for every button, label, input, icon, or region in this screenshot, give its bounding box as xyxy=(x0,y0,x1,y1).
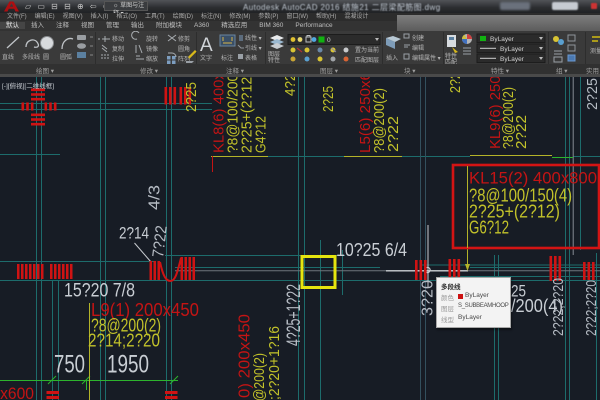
svg-text:创建: 创建 xyxy=(412,34,424,42)
svg-text:旋转: 旋转 xyxy=(146,35,158,43)
svg-text:7?22: 7?22 xyxy=(150,225,171,259)
svg-text:编辑: 编辑 xyxy=(412,44,424,52)
svg-text:直线: 直线 xyxy=(2,53,14,61)
svg-text:2?25: 2?25 xyxy=(320,86,337,112)
svg-text:编辑属性 ▾: 编辑属性 ▾ xyxy=(412,54,441,62)
svg-text:线性 ▾: 线性 ▾ xyxy=(245,34,262,42)
svg-text:ByLayer: ByLayer xyxy=(500,56,525,63)
svg-text:插入: 插入 xyxy=(386,54,398,62)
svg-text:图层: 图层 xyxy=(268,51,280,58)
svg-text:1950: 1950 xyxy=(107,351,149,379)
svg-text:缩放: 缩放 xyxy=(146,55,158,63)
svg-text:拉伸: 拉伸 xyxy=(112,55,124,63)
svg-text:2?22: 2?22 xyxy=(513,115,530,149)
svg-text:750: 750 xyxy=(54,351,85,379)
svg-text:2?14;2?20: 2?14;2?20 xyxy=(88,331,160,351)
svg-text:修剪: 修剪 xyxy=(178,35,190,43)
svg-text:0: 0 xyxy=(327,37,331,44)
svg-text:圆弧: 圆弧 xyxy=(60,53,72,61)
svg-text:4?25+1?22: 4?25+1?22 xyxy=(284,284,305,346)
svg-text:引线 ▾: 引线 ▾ xyxy=(245,44,262,52)
svg-text:标注: 标注 xyxy=(221,54,233,62)
svg-text:4?25: 4?25 xyxy=(282,77,299,96)
svg-text:2?25: 2?25 xyxy=(447,77,464,93)
svg-text:3?20: 3?20 xyxy=(420,280,437,316)
svg-text:2?25: 2?25 xyxy=(183,82,200,112)
svg-text:2?22;2?20: 2?22;2?20 xyxy=(550,278,567,336)
svg-text:多段线: 多段线 xyxy=(22,53,40,61)
svg-text:匹配图层: 匹配图层 xyxy=(355,57,379,64)
svg-text:2?22;2?20: 2?22;2?20 xyxy=(583,280,600,336)
svg-text:2?22: 2?22 xyxy=(385,116,402,152)
svg-text:10?25 6/4: 10?25 6/4 xyxy=(336,240,407,260)
svg-text:表格: 表格 xyxy=(245,54,257,62)
svg-text:ByLayer: ByLayer xyxy=(500,46,525,53)
svg-text:2?14: 2?14 xyxy=(119,224,149,243)
svg-text:置为当前: 置为当前 xyxy=(355,46,379,54)
svg-text:250x600: 250x600 xyxy=(0,384,34,400)
svg-text:特性: 特性 xyxy=(445,52,457,60)
svg-text:;2?20+1?16: ;2?20+1?16 xyxy=(266,326,283,400)
svg-text:A: A xyxy=(200,35,213,56)
svg-text:[-][俯视][二维线框]: [-][俯视][二维线框] xyxy=(2,81,54,90)
svg-text:复制: 复制 xyxy=(112,45,124,53)
svg-text:圆: 圆 xyxy=(43,54,49,61)
svg-text:2?25: 2?25 xyxy=(584,78,600,110)
svg-text:镜像: 镜像 xyxy=(146,45,158,53)
svg-text:G4?12: G4?12 xyxy=(253,116,270,153)
svg-text:特性: 特性 xyxy=(268,56,280,64)
svg-text:ByLayer: ByLayer xyxy=(490,36,515,43)
svg-text:移动: 移动 xyxy=(112,35,124,43)
svg-text:4/3: 4/3 xyxy=(147,185,164,210)
svg-text:圆角: 圆角 xyxy=(178,45,190,53)
svg-text:文字: 文字 xyxy=(200,54,212,62)
svg-text:G6?12: G6?12 xyxy=(469,218,509,238)
svg-text:测量: 测量 xyxy=(590,47,600,55)
svg-text:15?20 7/8: 15?20 7/8 xyxy=(64,281,135,302)
